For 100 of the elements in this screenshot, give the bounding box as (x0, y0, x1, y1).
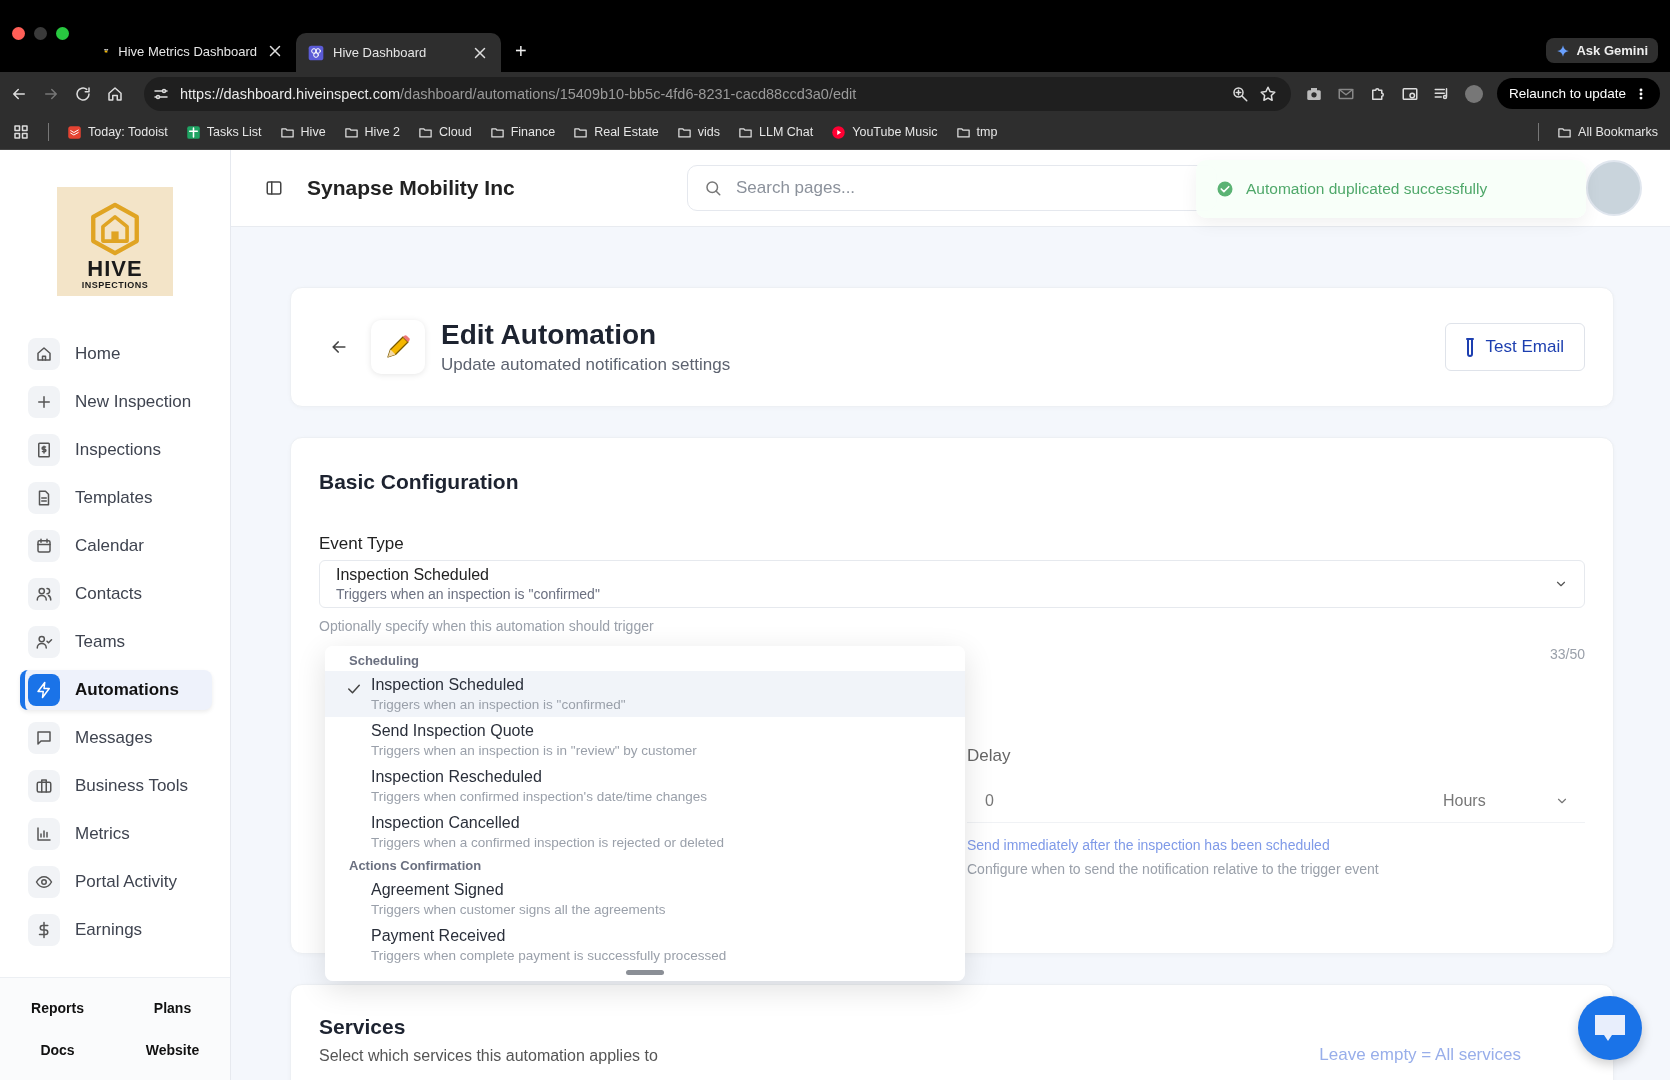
bookmark[interactable]: Finance (489, 124, 556, 140)
apps-icon[interactable] (12, 123, 30, 141)
calendar-icon (35, 537, 53, 555)
reload-icon[interactable] (74, 84, 92, 103)
bar-chart-icon (35, 825, 53, 843)
url-text: https://dashboard.hiveinspect.com/dashboard/automations/15409b10-bb5c-4fd6-8231-cacd88ccd3a0/edit (180, 85, 858, 102)
zoom-icon[interactable] (1230, 84, 1249, 103)
option-description: Triggers when complete payment is successfully processed (371, 948, 727, 963)
sidebar-item[interactable]: Inspections (20, 430, 212, 470)
music-icon (831, 124, 847, 140)
sidebar-item[interactable]: Portal Activity (20, 862, 212, 902)
window-control[interactable] (56, 26, 69, 40)
unit-select[interactable]: Hours (1443, 792, 1555, 810)
event-type-select[interactable]: Inspection Scheduled Triggers when an inspection is "confirmed" (319, 560, 1585, 608)
toast-message: Automation duplicated successfully (1246, 180, 1488, 198)
company-name: Synapse Mobility Inc (307, 176, 516, 200)
briefcase-icon (35, 777, 53, 795)
profile-avatar[interactable] (1464, 84, 1483, 103)
window-control[interactable] (12, 26, 25, 40)
bookmark[interactable]: YouTube Music (831, 124, 938, 140)
bookmark[interactable]: LLM Chat (738, 124, 814, 140)
bookmark-label: Cloud (439, 125, 472, 139)
option-title: Inspection Cancelled (371, 814, 521, 832)
browser-tab[interactable]: Hive Dashboard (296, 33, 501, 72)
dropdown-option[interactable]: Agreement Signed Triggers when customer signs all the agreements (325, 876, 965, 922)
dropdown-option[interactable]: Payment Received Triggers when complete payment is successfully processed (325, 922, 965, 968)
footer-link[interactable]: Docs (40, 1042, 75, 1058)
star-icon[interactable] (1258, 84, 1277, 103)
bookmark[interactable]: Real Estate (573, 124, 659, 140)
option-title: Inspection Rescheduled (371, 768, 543, 786)
sidebar-item[interactable]: Teams (20, 622, 212, 662)
option-title: Send Inspection Quote (371, 722, 535, 740)
bookmark[interactable]: All Bookmarks (1557, 124, 1658, 140)
option-description: Triggers when an inspection is "confirmed" (371, 697, 626, 712)
relaunch-button[interactable]: Relaunch to update (1496, 78, 1660, 109)
bookmark-label: LLM Chat (759, 125, 814, 139)
search-icon (704, 179, 722, 197)
logo-title: HIVE (87, 258, 143, 280)
chat-button[interactable] (1578, 996, 1642, 1060)
bookmark[interactable]: Cloud (418, 124, 472, 140)
sidebar-item[interactable]: Calendar (20, 526, 212, 566)
bookmark-label: YouTube Music (852, 125, 938, 139)
eye-icon (35, 873, 53, 891)
dropdown-option[interactable]: Inspection Rescheduled Triggers when confirmed inspection's date/time changes (325, 763, 965, 809)
browser-tab[interactable]: Hive Metrics Dashboard (91, 33, 296, 69)
option-description: Triggers when a confirmed inspection is rejected or deleted (371, 835, 724, 850)
message-icon (35, 729, 53, 747)
option-title: Payment Received (371, 927, 507, 945)
sidebar-item[interactable]: Templates (20, 478, 212, 518)
bookmark-label: vids (697, 125, 721, 139)
sidebar-item[interactable]: Earnings (20, 910, 212, 950)
section-title: Basic Configuration (319, 470, 520, 494)
test-email-button[interactable]: Test Email (1444, 323, 1585, 371)
sheet-icon (185, 124, 201, 140)
user-check-icon (35, 633, 53, 651)
bookmark[interactable]: tmp (955, 124, 998, 140)
footer-link[interactable]: Plans (153, 1000, 192, 1016)
delay-summary: Send immediately after the inspection has been scheduled (967, 837, 1331, 853)
bookmark[interactable]: Hive (279, 124, 326, 140)
scrollbar-thumb[interactable] (626, 970, 664, 975)
group-label: Scheduling (348, 652, 421, 670)
sidebar-item[interactable]: Contacts (20, 574, 212, 614)
option-title: Agreement Signed (371, 881, 505, 899)
footer-link[interactable]: Website (145, 1042, 200, 1058)
dropdown-option[interactable]: Inspection Cancelled Triggers when a confirmed inspection is rejected or deleted (325, 809, 965, 855)
dropdown-option[interactable]: Inspection Scheduled Triggers when an inspection is "confirmed" (325, 671, 965, 717)
bookmark[interactable]: Today: Todoist (67, 124, 168, 140)
sidebar-item[interactable]: Messages (20, 718, 212, 758)
option-description: Triggers when customer signs all the agreements (371, 902, 666, 917)
logo-subtitle: INSPECTIONS (81, 280, 149, 290)
users-icon (35, 585, 53, 603)
helper-text: Configure when to send the notification relative to the trigger event (967, 861, 1380, 877)
sidebar-item[interactable]: Home (20, 334, 212, 374)
bookmark-label: Real Estate (594, 125, 659, 139)
bookmark-label: All Bookmarks (1578, 125, 1658, 139)
tab-title: Hive Dashboard (333, 45, 428, 60)
plus-icon (35, 393, 53, 411)
sidebar-item[interactable]: Metrics (20, 814, 212, 854)
bookmark[interactable]: Tasks List (185, 124, 262, 140)
delay-field[interactable]: 0 Hours (967, 780, 1585, 823)
check-circle-icon (1216, 180, 1234, 198)
sidebar-item[interactable]: Business Tools (20, 766, 212, 806)
dropdown-option[interactable]: Send Inspection Quote Triggers when an inspection is in "review" by customer (325, 717, 965, 763)
home-icon[interactable] (106, 84, 124, 103)
sidebar-item[interactable]: Automations (20, 670, 212, 710)
group-label: Actions Confirmation (348, 857, 483, 875)
option-title: Inspection Scheduled (371, 676, 525, 694)
bookmark[interactable]: vids (676, 124, 721, 140)
bookmark-label: Hive 2 (364, 125, 401, 139)
field-label: Delay (967, 746, 1012, 766)
sidebar-toggle-icon[interactable] (265, 179, 283, 197)
address-bar[interactable]: https://dashboard.hiveinspect.com/dashboard/automations/15409b10-bb5c-4fd6-8231-cacd88ccd3a0/edit (144, 76, 1291, 111)
bookmark[interactable]: Hive 2 (343, 124, 401, 140)
ask-gemini-button[interactable]: Ask Gemini (1546, 38, 1658, 63)
select-value: Inspection Scheduled (336, 566, 490, 584)
field-label: Event Type (319, 534, 405, 554)
sidebar-item[interactable]: New Inspection (20, 382, 212, 422)
new-tab-button[interactable]: + (515, 40, 527, 63)
footer-link[interactable]: Reports (31, 1000, 84, 1016)
page-subtitle: Update automated notification settings (441, 355, 731, 375)
